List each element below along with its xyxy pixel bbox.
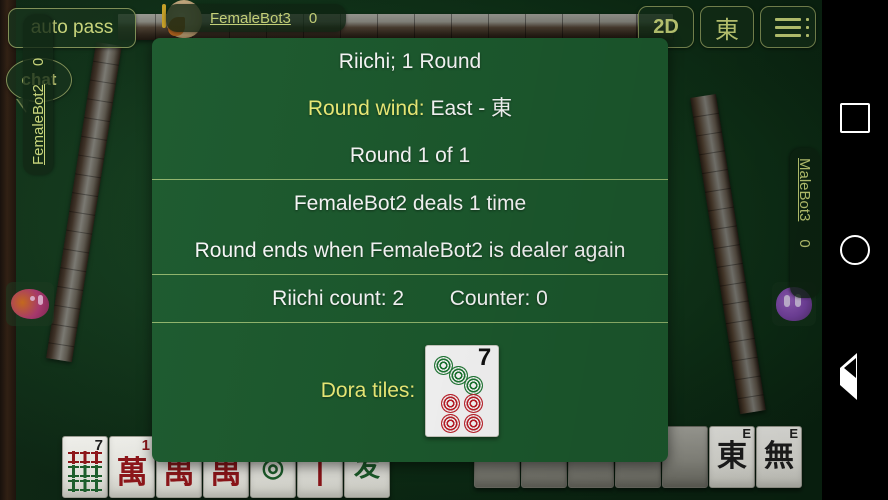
player-score: 0: [796, 239, 814, 248]
avatar-eye: [30, 296, 35, 301]
round-wind-button[interactable]: 東: [700, 6, 754, 48]
player-score: 0: [29, 57, 47, 67]
tile-number: 1: [141, 437, 150, 454]
avatar-head: [11, 289, 49, 319]
hamburger-menu-icon-bar: [775, 25, 809, 29]
avatar-femalebot2: [6, 282, 54, 326]
dialog-section-dealer: FemaleBot2 deals 1 time Round ends when …: [152, 180, 668, 274]
dora-section: Dora tiles: 7: [152, 323, 668, 437]
hand-tile[interactable]: 1 萬: [109, 436, 155, 498]
round-wind-glyph: 東: [715, 16, 739, 44]
round-wind-label: Round wind:: [307, 97, 425, 120]
view-mode-label: 2D: [653, 15, 679, 38]
divider: [152, 322, 668, 323]
circle-dot-red: [464, 414, 484, 433]
round-end-line: Round ends when FemaleBot2 is dealer aga…: [194, 239, 626, 262]
dora-tile-number: 7: [477, 344, 492, 371]
tile-wall-right: [690, 93, 766, 415]
dialog-section-counts: Riichi count: 2 Counter: 0: [152, 275, 668, 322]
tile-back: [662, 426, 708, 488]
player-plate-femalebot2[interactable]: FemaleBot2 0: [23, 15, 53, 175]
player-name: FemaleBot3: [210, 9, 291, 27]
dora-label: Dora tiles:: [320, 379, 416, 402]
player-plate-malebot3[interactable]: MaleBot3 0: [790, 148, 820, 298]
discard-tile[interactable]: E 無: [756, 426, 802, 488]
android-navigation-bar: [822, 0, 888, 500]
hamburger-menu-icon: [775, 17, 809, 21]
game-screen: 7 1 萬 禺 禺 ◎ 丨 发 E 東 E 無 auto pass 2D 東 F…: [0, 0, 888, 500]
counter-value: Counter: 0: [449, 287, 548, 310]
round-wind-line: Round wind: East - 東: [152, 85, 668, 132]
hand-tile[interactable]: 7: [62, 436, 108, 498]
menu-button[interactable]: [760, 6, 816, 48]
circle-dot-green: [464, 376, 484, 395]
player-name: FemaleBot2: [29, 84, 47, 165]
square-recents-icon[interactable]: [840, 103, 870, 133]
divider: [152, 179, 668, 180]
avatar-eye: [38, 295, 43, 305]
mahjong-table: 7 1 萬 禺 禺 ◎ 丨 发 E 東 E 無 auto pass 2D 東 F…: [0, 0, 822, 500]
circle-dot-red: [441, 394, 461, 413]
dora-tile-7-circles: 7: [425, 344, 500, 437]
bamboo-suit-icon: [68, 450, 102, 492]
rule-line: Riichi; 1 Round: [338, 50, 482, 73]
counts-line: Riichi count: 2 Counter: 0: [152, 275, 668, 322]
player-plate-femalebot3[interactable]: FemaleBot3 0: [166, 4, 346, 32]
dialog-section-round: Riichi; 1 Round Round wind: East - 東 Rou…: [152, 38, 668, 179]
circle-dot-red: [464, 394, 484, 413]
dealer-line: FemaleBot2 deals 1 time: [293, 192, 527, 215]
discard-tile[interactable]: E 東: [709, 426, 755, 488]
circle-dot-red: [441, 414, 461, 433]
round-wind-value: East - 東: [430, 97, 513, 120]
tile-face: 東: [717, 440, 747, 473]
tile-number: 7: [94, 437, 103, 454]
player-name: MaleBot3: [796, 158, 814, 222]
round-progress-line: Round 1 of 1: [349, 144, 471, 167]
round-info-dialog[interactable]: Riichi; 1 Round Round wind: East - 東 Rou…: [152, 38, 668, 462]
tile-face: 萬: [116, 454, 148, 490]
hamburger-menu-icon-bar: [775, 33, 809, 37]
circle-home-icon[interactable]: [840, 235, 870, 265]
tile-corner-letter: E: [742, 426, 751, 441]
triangle-back-icon[interactable]: [840, 353, 870, 400]
player-score: 0: [308, 9, 318, 27]
avatar-eye: [784, 295, 790, 307]
back-triangle-glyph: [840, 353, 857, 400]
tile-corner-letter: E: [789, 426, 798, 441]
riichi-count: Riichi count: 2: [272, 287, 405, 310]
divider: [152, 274, 668, 275]
tile-face: 無: [764, 440, 794, 473]
